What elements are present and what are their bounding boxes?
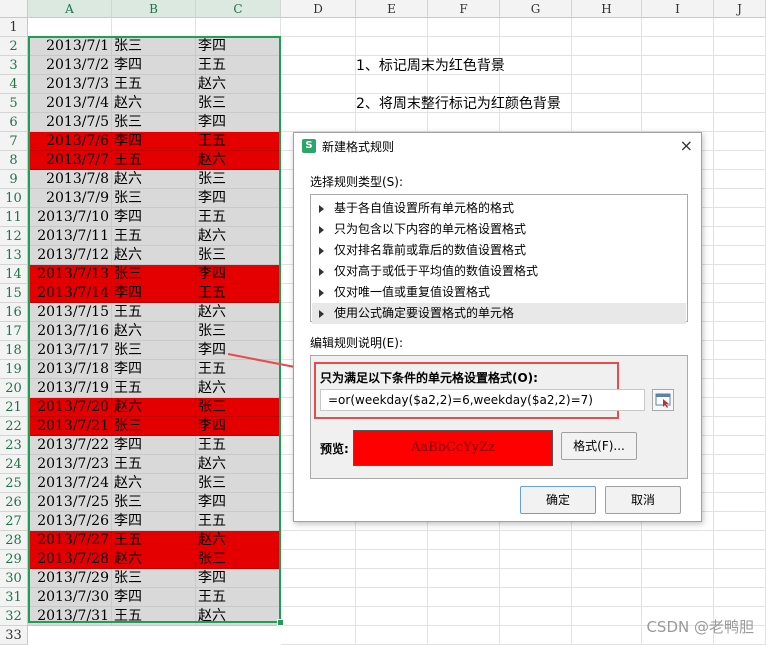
format-preview: AaBbCcYyZz — [353, 430, 553, 466]
rule-type-item[interactable]: 基于各自值设置所有单元格的格式 — [312, 198, 686, 219]
select-rule-type-label: 选择规则类型(S): — [310, 175, 404, 189]
triangle-right-icon — [319, 289, 324, 297]
dialog-title: 新建格式规则 — [322, 140, 395, 154]
rule-type-item[interactable]: 只为包含以下内容的单元格设置格式 — [312, 219, 686, 240]
close-icon[interactable]: × — [680, 136, 693, 155]
rule-type-list[interactable]: 基于各自值设置所有单元格的格式 只为包含以下内容的单元格设置格式 仅对排名靠前或靠后… — [310, 194, 688, 324]
watermark: CSDN @老鸭胆 — [646, 618, 754, 636]
note-weekend-row-highlight: 2、将周末整行标记为红颜色背景 — [356, 96, 561, 112]
format-button[interactable]: 格式(F)... — [561, 432, 637, 460]
range-picker-button[interactable] — [652, 389, 674, 411]
preview-label: 预览: — [320, 442, 349, 456]
rule-type-item[interactable]: 使用公式确定要设置格式的单元格 — [312, 303, 686, 324]
ok-button[interactable]: 确定 — [520, 486, 596, 514]
new-format-rule-dialog: S 新建格式规则 × 选择规则类型(S): 基于各自值设置所有单元格的格式 只为包… — [293, 132, 702, 522]
wps-logo-icon: S — [302, 139, 316, 153]
triangle-right-icon — [319, 205, 324, 213]
rule-type-item[interactable]: 仅对高于或低于平均值的数值设置格式 — [312, 261, 686, 282]
rule-type-label: 只为包含以下内容的单元格设置格式 — [334, 222, 527, 236]
rule-type-label: 基于各自值设置所有单元格的格式 — [334, 201, 515, 215]
rule-type-label: 仅对高于或低于平均值的数值设置格式 — [334, 264, 539, 278]
range-picker-icon — [655, 393, 671, 408]
rule-type-label: 仅对唯一值或重复值设置格式 — [334, 285, 491, 299]
rule-type-label: 使用公式确定要设置格式的单元格 — [334, 306, 515, 320]
triangle-right-icon — [319, 310, 324, 318]
condition-label: 只为满足以下条件的单元格设置格式(O): — [320, 371, 538, 385]
triangle-right-icon — [319, 226, 324, 234]
dialog-title-bar[interactable]: S 新建格式规则 × — [294, 133, 701, 159]
edit-rule-description-label: 编辑规则说明(E): — [310, 336, 403, 350]
note-weekend-highlight: 1、标记周末为红色背景 — [356, 58, 505, 74]
triangle-right-icon — [319, 268, 324, 276]
rule-type-item[interactable]: 仅对唯一值或重复值设置格式 — [312, 282, 686, 303]
rule-type-item[interactable]: 仅对排名靠前或靠后的数值设置格式 — [312, 240, 686, 261]
rule-type-label: 仅对排名靠前或靠后的数值设置格式 — [334, 243, 527, 257]
cancel-button[interactable]: 取消 — [605, 486, 681, 514]
triangle-right-icon — [319, 247, 324, 255]
formula-input[interactable]: =or(weekday($a2,2)=6,weekday($a2,2)=7) — [320, 389, 645, 411]
